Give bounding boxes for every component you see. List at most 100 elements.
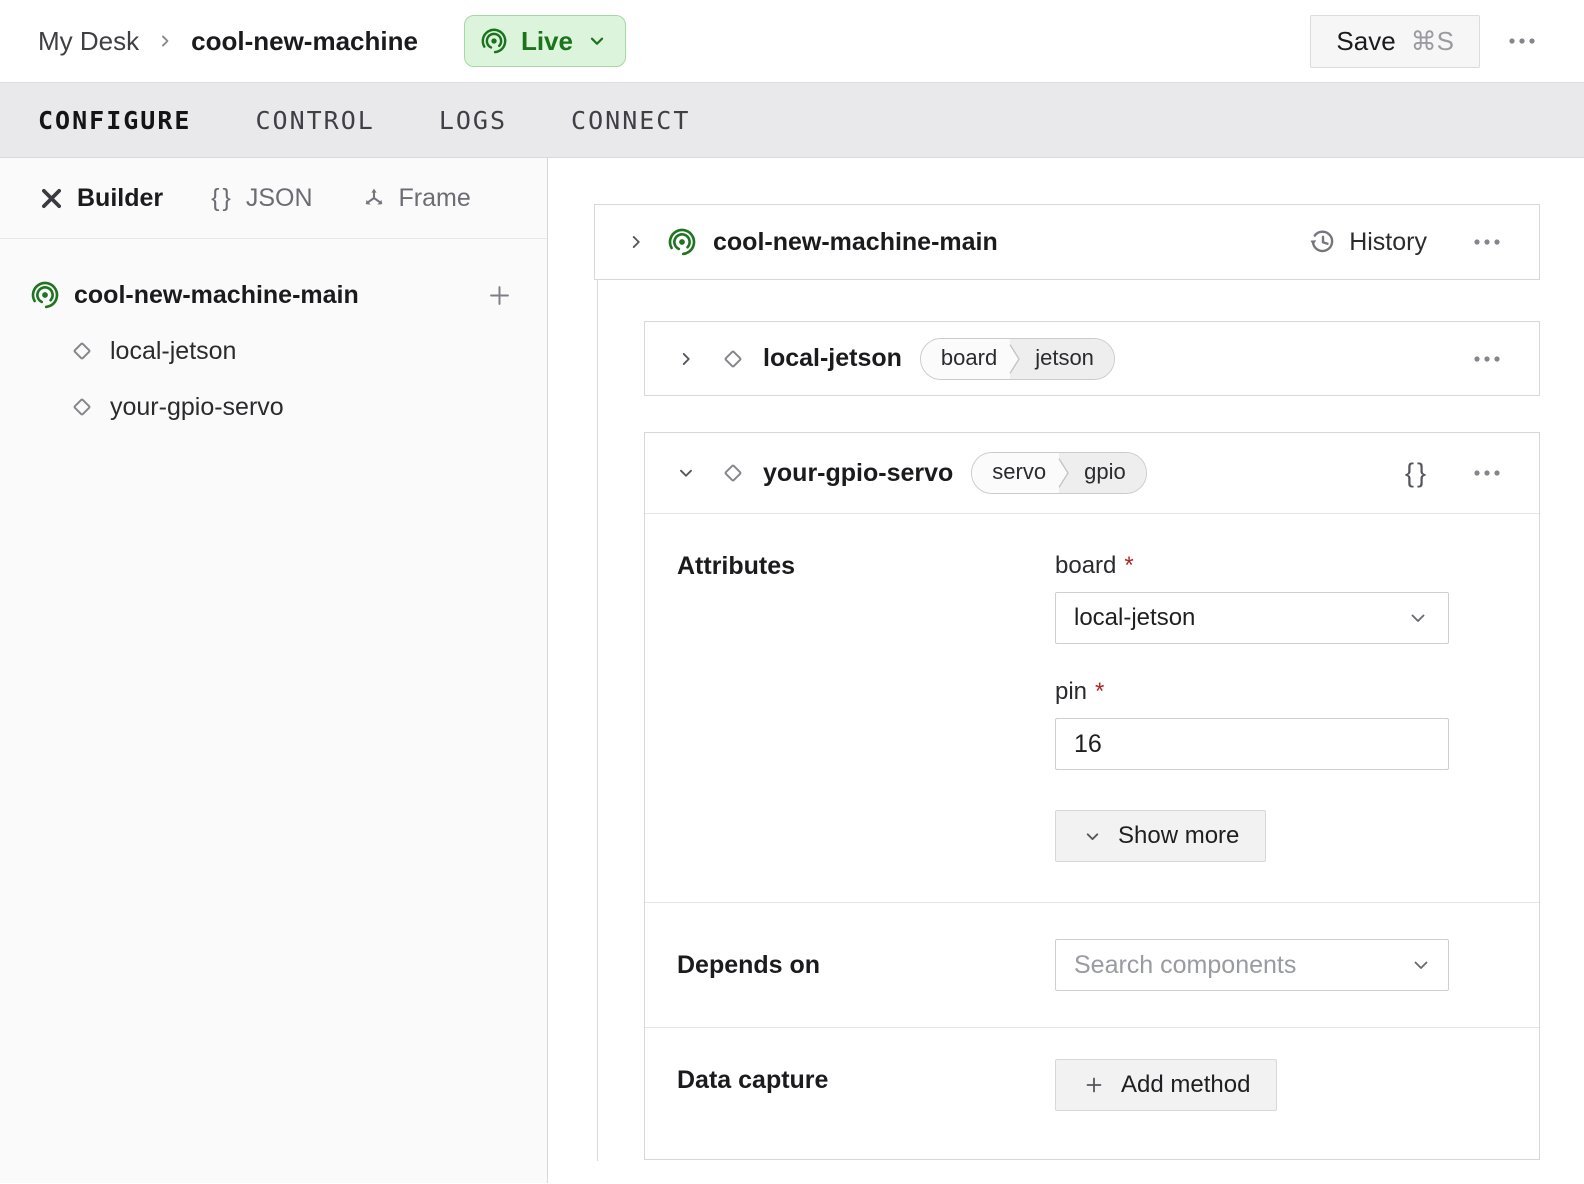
top-bar: My Desk cool-new-machine Live Save ⌘S xyxy=(0,0,1584,83)
attributes-form: board * local-jetson pin * xyxy=(1055,552,1449,862)
tree-root-label: cool-new-machine-main xyxy=(74,281,359,310)
tree-item-label: your-gpio-servo xyxy=(110,393,284,422)
ellipsis-icon xyxy=(1508,37,1536,45)
view-tab-json[interactable]: {} JSON xyxy=(211,184,312,213)
view-tab-json-label: JSON xyxy=(246,184,313,213)
component-name: your-gpio-servo xyxy=(763,459,953,488)
chevron-down-icon xyxy=(1082,826,1103,847)
add-method-button[interactable]: Add method xyxy=(1055,1059,1277,1111)
plus-icon xyxy=(1082,1073,1106,1097)
save-button[interactable]: Save ⌘S xyxy=(1310,15,1480,68)
live-status-dropdown[interactable]: Live xyxy=(464,15,626,67)
tab-configure[interactable]: CONFIGURE xyxy=(38,106,191,135)
braces-icon: {} xyxy=(211,184,234,213)
live-status-label: Live xyxy=(521,26,573,57)
depends-on-select xyxy=(1055,939,1449,991)
machine-name: cool-new-machine xyxy=(191,26,418,57)
history-icon xyxy=(1307,227,1337,257)
component-diamond-icon xyxy=(68,393,96,421)
field-label-text: pin xyxy=(1055,678,1087,705)
component-name: local-jetson xyxy=(763,344,902,373)
component-diamond-icon xyxy=(719,459,747,487)
configure-sidebar: Builder {} JSON Frame xyxy=(0,158,548,1183)
component-type-badge: board jetson xyxy=(920,338,1115,380)
pin-field: pin * xyxy=(1055,678,1449,770)
chevron-right-icon xyxy=(675,348,697,370)
depends-on-form xyxy=(1055,939,1449,991)
expand-component-button[interactable] xyxy=(675,348,697,370)
data-capture-form: Add method xyxy=(1055,1059,1449,1111)
view-tab-frame[interactable]: Frame xyxy=(361,184,471,213)
machine-part-icon xyxy=(667,227,697,257)
breadcrumb-parent-link[interactable]: My Desk xyxy=(38,26,139,57)
save-shortcut: ⌘S xyxy=(1411,26,1454,57)
machine-part-title: cool-new-machine-main xyxy=(713,228,998,257)
pin-input[interactable] xyxy=(1055,718,1449,770)
breadcrumb: My Desk cool-new-machine xyxy=(38,26,418,57)
badge-chevron-divider xyxy=(1007,339,1023,379)
tab-logs[interactable]: LOGS xyxy=(439,106,507,135)
tree-item-your-gpio-servo[interactable]: your-gpio-servo xyxy=(0,387,547,427)
depends-on-heading: Depends on xyxy=(677,951,1055,980)
board-field: board * local-jetson xyxy=(1055,552,1449,644)
tab-control[interactable]: CONTROL xyxy=(255,106,374,135)
required-marker: * xyxy=(1124,552,1133,579)
attributes-section: Attributes board* local-jetson xyxy=(645,513,1539,902)
required-marker: * xyxy=(1095,678,1104,705)
save-button-label: Save xyxy=(1336,26,1395,57)
component-type: servo xyxy=(972,453,1056,493)
view-tab-builder[interactable]: Builder xyxy=(38,184,163,213)
ellipsis-icon xyxy=(1473,355,1501,363)
tab-connect[interactable]: CONNECT xyxy=(571,106,690,135)
breadcrumb-separator-icon xyxy=(155,31,175,51)
component-type-badge: servo gpio xyxy=(971,452,1146,494)
chevron-down-icon xyxy=(586,30,608,52)
badge-chevron-divider xyxy=(1056,453,1072,493)
search-components-input[interactable] xyxy=(1055,939,1449,991)
component-type: board xyxy=(921,339,1007,379)
board-select[interactable]: local-jetson xyxy=(1055,592,1449,644)
tree-item-label: local-jetson xyxy=(110,337,236,366)
chevron-down-icon xyxy=(675,462,697,484)
depends-on-section: Depends on xyxy=(645,902,1539,1027)
machine-tree: cool-new-machine-main local-jetson your-… xyxy=(0,239,547,427)
component-model: jetson xyxy=(1023,339,1114,379)
component-card-header: your-gpio-servo servo gpio {} xyxy=(645,433,1539,513)
component-diamond-icon xyxy=(719,345,747,373)
component-model: gpio xyxy=(1072,453,1146,493)
collapse-component-button[interactable] xyxy=(675,462,697,484)
view-tab-builder-label: Builder xyxy=(77,184,163,213)
frame-axes-icon xyxy=(361,185,387,211)
board-select-value: local-jetson xyxy=(1074,604,1195,632)
expand-machine-part-button[interactable] xyxy=(625,231,647,253)
add-component-button[interactable] xyxy=(486,282,513,309)
chevron-down-icon xyxy=(1406,606,1430,630)
ellipsis-icon xyxy=(1473,469,1501,477)
chevron-right-icon xyxy=(625,231,647,253)
component-card-local-jetson: local-jetson board jetson xyxy=(644,321,1540,396)
component-more-button[interactable] xyxy=(1465,347,1509,371)
show-more-label: Show more xyxy=(1118,822,1239,850)
tree-root-machine-part[interactable]: cool-new-machine-main xyxy=(0,275,547,315)
view-mode-tabs: Builder {} JSON Frame xyxy=(0,158,547,239)
view-tab-frame-label: Frame xyxy=(399,184,471,213)
builder-tools-icon xyxy=(38,185,65,212)
main-tab-bar: CONFIGURE CONTROL LOGS CONNECT xyxy=(0,83,1584,158)
edit-json-button[interactable]: {} xyxy=(1405,458,1429,489)
machine-more-menu-button[interactable] xyxy=(1500,29,1544,53)
pin-field-label: pin * xyxy=(1055,678,1449,706)
machine-part-more-button[interactable] xyxy=(1465,230,1509,254)
configure-panel: cool-new-machine-main History xyxy=(548,158,1584,1183)
board-field-label: board * xyxy=(1055,552,1449,580)
show-more-button[interactable]: Show more xyxy=(1055,810,1266,862)
tree-connector-line xyxy=(597,280,598,1161)
history-button-label: History xyxy=(1349,228,1427,257)
tree-item-local-jetson[interactable]: local-jetson xyxy=(0,331,547,371)
history-button[interactable]: History xyxy=(1307,227,1427,257)
component-cards: local-jetson board jetson xyxy=(644,321,1540,1160)
ellipsis-icon xyxy=(1473,238,1501,246)
component-card-your-gpio-servo: your-gpio-servo servo gpio {} xyxy=(644,432,1540,1160)
component-more-button[interactable] xyxy=(1465,461,1509,485)
field-label-text: board xyxy=(1055,552,1116,579)
data-capture-section: Data capture Add method xyxy=(645,1027,1539,1159)
